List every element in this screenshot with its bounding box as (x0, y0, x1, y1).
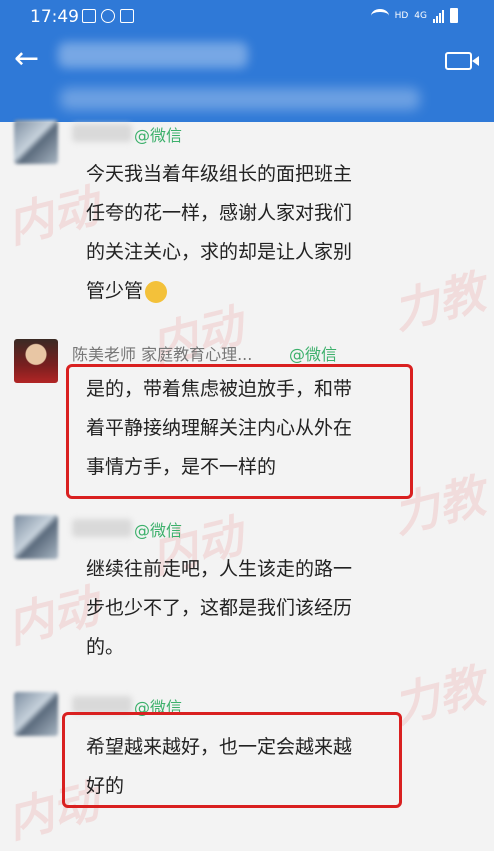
signal-icon (433, 9, 444, 23)
avatar[interactable] (14, 692, 58, 736)
sender-name-redacted (72, 519, 132, 537)
avatar[interactable] (14, 339, 58, 383)
message-line: 的。 (86, 636, 125, 658)
message-text: 继续往前走吧，人生该走的路一 步也少不了，这都是我们该经历 的。 (86, 550, 406, 667)
sender-name: 陈美老师 家庭教育心理... (72, 345, 253, 364)
message-line: 今天我当着年级组长的面把班主 (86, 163, 353, 185)
hd-label: HD (394, 10, 409, 21)
status-time: 17:49 (30, 7, 79, 27)
chat-title-redacted (58, 42, 248, 68)
wechat-icon (101, 9, 115, 23)
status-indicators: HD 4G (370, 8, 458, 23)
notification-icons (82, 9, 134, 23)
message-line: 继续往前走吧，人生该走的路一 (86, 558, 353, 580)
status-bar: 17:49 HD 4G (0, 0, 494, 34)
taobao-icon (120, 9, 134, 23)
message-line: 管少管 (86, 272, 406, 311)
avatar[interactable] (14, 515, 58, 559)
image-icon (82, 9, 96, 23)
sender-name-redacted (72, 124, 132, 142)
sender-suffix: @微信 (134, 126, 183, 145)
highlight-box (66, 364, 413, 499)
message-text: 今天我当着年级组长的面把班主 任夸的花一样，感谢人家对我们 的关注关心，求的却是… (86, 155, 406, 311)
wifi-icon (370, 8, 389, 23)
sender-suffix: @微信 (134, 521, 183, 540)
avatar[interactable] (14, 120, 58, 164)
message-line: 的关注关心，求的却是让人家别 (86, 241, 353, 263)
highlight-box (62, 712, 402, 808)
message-line-text: 管少管 (86, 280, 144, 302)
chat-header: ← (0, 34, 494, 122)
back-arrow-icon[interactable]: ← (14, 44, 39, 74)
video-call-icon[interactable] (445, 52, 479, 70)
crying-face-emoji-icon (145, 280, 168, 303)
battery-icon (450, 8, 458, 23)
message-line: 步也少不了，这都是我们该经历 (86, 597, 353, 619)
sender-suffix: @微信 (289, 345, 338, 364)
network-label: 4G (414, 10, 427, 21)
message-line: 任夸的花一样，感谢人家对我们 (86, 202, 353, 224)
chat-subtitle-redacted (60, 88, 420, 110)
